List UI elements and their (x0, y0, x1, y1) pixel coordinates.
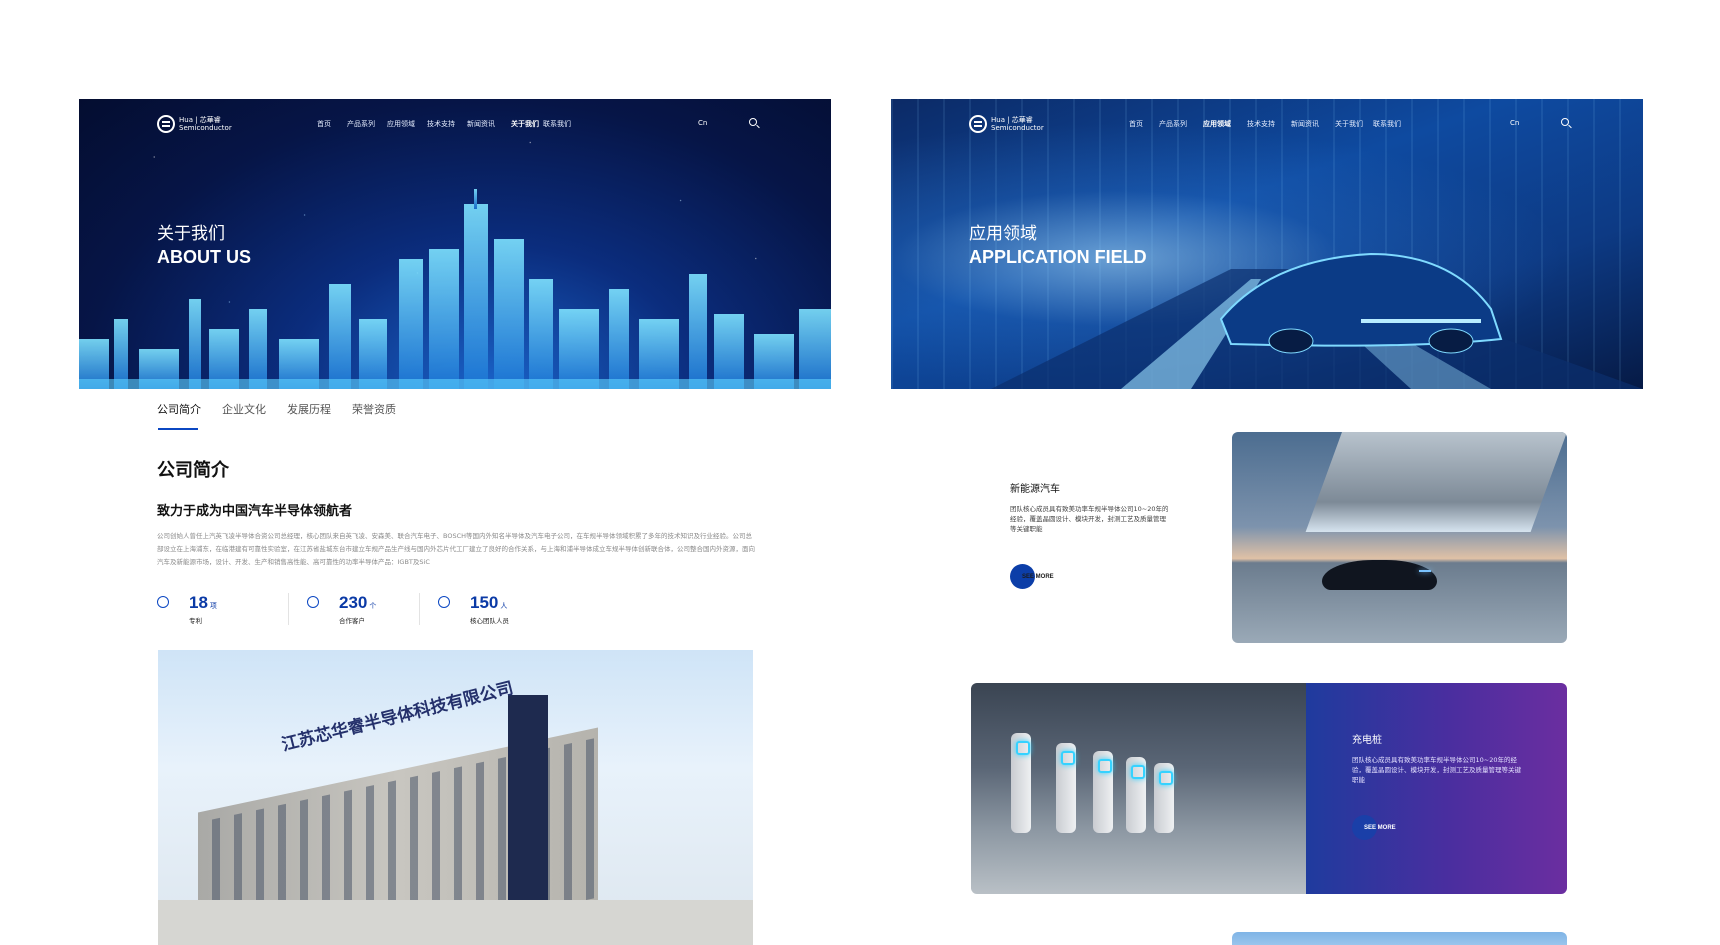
building-sign: 江苏芯华睿半导体科技有限公司 (279, 678, 516, 756)
stat-unit: 个 (369, 602, 377, 610)
hero-title-en: ABOUT US (157, 247, 251, 267)
stat-team: 150 人 核心团队人员 (419, 593, 550, 625)
stat-value: 150 (470, 593, 499, 612)
tab-honors[interactable]: 荣誉资质 (352, 401, 396, 417)
about-hero-banner: Hua | 芯華睿 Semiconductor 首页 产品系列 应用领域 技术支… (79, 99, 831, 389)
car-illustration (1322, 560, 1437, 590)
card-title: 新能源汽车 (1010, 484, 1060, 495)
section-subtitle: 致力于成为中国汽车半导体领航者 (157, 504, 353, 519)
card-title: 充电桩 (1352, 735, 1382, 746)
hero-title-cn: 关于我们 (157, 224, 225, 244)
tab-company-profile[interactable]: 公司简介 (157, 401, 201, 417)
see-more-label: SEE MORE (1364, 824, 1396, 831)
nav-about[interactable]: 关于我们 (511, 119, 543, 129)
stat-label: 专利 (189, 617, 202, 625)
main-nav: 首页 产品系列 应用领域 技术支持 新闻资讯 关于我们 联系我们 (317, 119, 583, 129)
company-stats: 18 项 专利 230 个 合作客户 150 人 核心团队人员 (157, 593, 550, 625)
hero-title-cn: 应用领域 (969, 224, 1037, 244)
nav-home[interactable]: 首页 (317, 119, 347, 129)
charger-icon (1093, 751, 1113, 833)
top-navigation: Hua | 芯華睿 Semiconductor 首页 产品系列 应用领域 技术支… (79, 99, 831, 147)
stat-label: 合作客户 (339, 617, 365, 625)
card-description: 团队核心成员具有致美功率车规半导体公司10~20年的经验，覆盖晶圆设计、模块开发… (1010, 505, 1169, 533)
tab-history[interactable]: 发展历程 (287, 401, 331, 417)
search-icon[interactable] (1561, 118, 1569, 126)
nav-tech-support[interactable]: 技术支持 (427, 119, 467, 129)
see-more-button[interactable]: SEE MORE (1010, 564, 1170, 589)
stat-clients: 230 个 合作客户 (288, 593, 419, 625)
nav-about[interactable]: 关于我们 (1335, 119, 1373, 129)
language-switch[interactable]: Cn (698, 119, 707, 127)
see-more-label: SEE MORE (1022, 573, 1054, 580)
charging-station-photo[interactable] (971, 683, 1306, 894)
stat-value: 230 (339, 593, 368, 612)
card-description: 团队核心成员具有致美功率车规半导体公司10~20年的经验，覆盖晶圆设计、模块开发… (1352, 756, 1521, 784)
search-icon[interactable] (749, 118, 757, 126)
ev-charging-photo[interactable] (1232, 432, 1567, 643)
city-skyline-illustration (79, 189, 831, 389)
brand-name: Hua | 芯華睿 (991, 116, 1033, 124)
nav-applications[interactable]: 应用领域 (1203, 119, 1247, 129)
nav-products[interactable]: 产品系列 (347, 119, 387, 129)
nav-tech-support[interactable]: 技术支持 (1247, 119, 1291, 129)
stat-unit: 项 (209, 602, 217, 610)
company-building-photo: 江苏芯华睿半导体科技有限公司 (158, 650, 753, 945)
about-tabs: 公司简介 企业文化 发展历程 荣誉资质 (157, 401, 396, 417)
brand-tagline: Semiconductor (179, 124, 232, 132)
stat-unit: 人 (500, 602, 508, 610)
stat-label: 核心团队人员 (470, 617, 509, 625)
hero-title: 关于我们 ABOUT US (157, 223, 251, 269)
nav-contact[interactable]: 联系我们 (543, 119, 583, 129)
card-ev-text: 新能源汽车 团队核心成员具有致美功率车规半导体公司10~20年的经验，覆盖晶圆设… (1010, 480, 1170, 589)
hero-title-en: APPLICATION FIELD (969, 247, 1147, 267)
nav-news[interactable]: 新闻资讯 (1291, 119, 1335, 129)
card-charging-text: 充电桩 团队核心成员具有致美功率车规半导体公司10~20年的经验，覆盖晶圆设计、… (1306, 683, 1567, 894)
canvas: Hua | 芯華睿 Semiconductor 首页 产品系列 应用领域 技术支… (0, 0, 1720, 945)
charger-icon (1154, 763, 1174, 833)
handshake-icon (307, 596, 319, 608)
section-body: 公司创始人曾任上汽英飞凌半导体合资公司总经理，核心团队来自英飞凌、安森美、联合汽… (157, 532, 755, 566)
team-icon (438, 596, 450, 608)
stat-value: 18 (189, 593, 208, 612)
futuristic-car-illustration (991, 252, 1643, 389)
active-tab-indicator (158, 428, 198, 430)
tab-culture[interactable]: 企业文化 (222, 401, 266, 417)
next-card-preview (1232, 932, 1567, 945)
nav-home[interactable]: 首页 (1129, 119, 1159, 129)
stat-patents: 18 项 专利 (157, 593, 288, 625)
brand-logo[interactable]: Hua | 芯華睿 Semiconductor (969, 115, 1044, 133)
brand-logo[interactable]: Hua | 芯華睿 Semiconductor (157, 115, 232, 133)
card-charging-pile: 充电桩 团队核心成员具有致美功率车规半导体公司10~20年的经验，覆盖晶圆设计、… (971, 683, 1567, 894)
language-switch[interactable]: Cn (1510, 119, 1519, 127)
nav-products[interactable]: 产品系列 (1159, 119, 1203, 129)
brand-logo-icon (157, 115, 175, 133)
section-title: 公司简介 (157, 460, 229, 481)
brand-name: Hua | 芯華睿 (179, 116, 221, 124)
brand-logo-icon (969, 115, 987, 133)
award-icon (157, 596, 169, 608)
brand-tagline: Semiconductor (991, 124, 1044, 132)
main-nav: 首页 产品系列 应用领域 技术支持 新闻资讯 关于我们 联系我们 (1129, 119, 1413, 129)
application-hero-banner: Hua | 芯華睿 Semiconductor 首页 产品系列 应用领域 技术支… (891, 99, 1643, 389)
nav-news[interactable]: 新闻资讯 (467, 119, 511, 129)
hero-title: 应用领域 APPLICATION FIELD (969, 223, 1147, 269)
nav-contact[interactable]: 联系我们 (1373, 119, 1413, 129)
charger-icon (1126, 757, 1146, 833)
charger-icon (1056, 743, 1076, 833)
top-navigation: Hua | 芯華睿 Semiconductor 首页 产品系列 应用领域 技术支… (891, 99, 1643, 147)
nav-applications[interactable]: 应用领域 (387, 119, 427, 129)
see-more-button[interactable]: SEE MORE (1352, 815, 1567, 840)
charger-icon (1011, 733, 1031, 833)
